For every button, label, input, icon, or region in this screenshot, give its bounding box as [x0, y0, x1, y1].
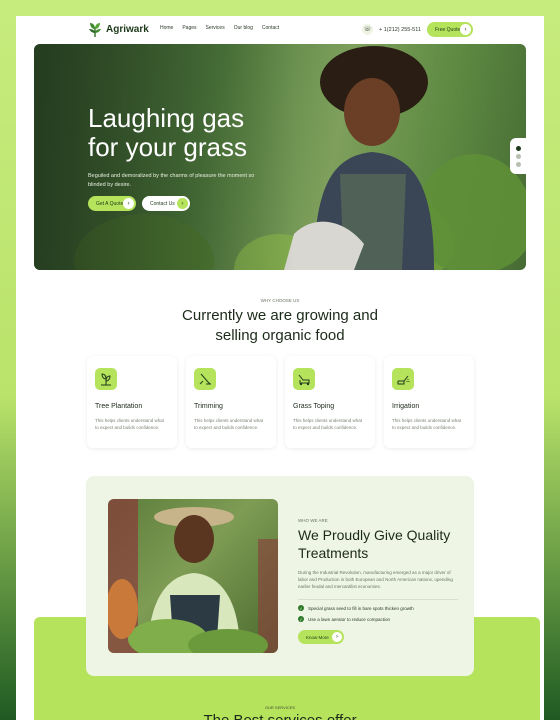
arrow-right-icon: ›: [123, 198, 134, 209]
service-card-title: Tree Plantation: [95, 403, 143, 410]
contact-us-label: Contact Us: [150, 200, 175, 207]
feature-item: ✓ Special grass seed to fill in bare spo…: [298, 605, 414, 611]
bottom-kicker: OUR SERVICES: [264, 705, 296, 710]
phone-number: + 1(212) 255-511: [379, 26, 421, 33]
service-card-trimming[interactable]: Trimming This helps clients understand w…: [186, 356, 276, 448]
service-card-title: Irrigation: [392, 403, 420, 410]
services-kicker: WHY CHOOSE US: [260, 298, 300, 303]
brand-name: Agriwark: [106, 23, 149, 35]
sprout-logo-icon: [89, 23, 101, 37]
brand-logo[interactable]: Agriwark: [88, 21, 149, 37]
about-image: [108, 499, 278, 653]
hero-title-line-1: Laughing gas: [88, 103, 245, 133]
nav-item-blog[interactable]: Our blog: [234, 25, 253, 31]
services-title: Currently we are growing and selling org…: [16, 306, 544, 346]
arrow-right-icon: ›: [460, 24, 471, 35]
watering-icon: [392, 368, 414, 390]
feature-text: Use a lawn aerator to reduce compaction: [308, 616, 391, 622]
services-title-line-2: selling organic food: [215, 327, 345, 344]
top-navbar: Agriwark Home Pages Services Our blog Co…: [16, 16, 544, 46]
main-menu: Home Pages Services Our blog Contact: [160, 25, 279, 31]
contact-us-button[interactable]: Contact Us ›: [142, 196, 190, 211]
service-card-desc: This helps clients understand what to ex…: [392, 418, 462, 430]
service-card-desc: This helps clients understand what to ex…: [95, 418, 165, 430]
slider-dot[interactable]: [515, 161, 521, 167]
nav-item-services[interactable]: Services: [206, 25, 225, 31]
feature-item: ✓ Use a lawn aerator to reduce compactio…: [298, 616, 390, 622]
slider-dot[interactable]: [515, 153, 521, 159]
service-card-tree-plantation[interactable]: Tree Plantation This helps clients under…: [87, 356, 177, 448]
hero-banner: Laughing gas for your grass Beguiled and…: [34, 44, 526, 270]
service-card-grass-toping[interactable]: Grass Toping This helps clients understa…: [285, 356, 375, 448]
arrow-right-icon: ›: [332, 632, 342, 642]
divider: [298, 599, 458, 600]
get-quote-button[interactable]: Get A Quote ›: [88, 196, 136, 211]
farmer-group-illustration: [108, 499, 278, 653]
free-quote-label: Free Quote: [435, 26, 461, 33]
nav-item-contact[interactable]: Contact: [262, 25, 279, 31]
service-card-desc: This helps clients understand what to ex…: [293, 418, 363, 430]
hero-title: Laughing gas for your grass: [88, 104, 308, 162]
service-card-desc: This helps clients understand what to ex…: [194, 418, 264, 430]
arrow-right-icon: ›: [177, 198, 188, 209]
know-more-label: Know More: [306, 634, 329, 640]
phone-icon: ☏: [362, 24, 373, 35]
hero-title-line-2: for your grass: [88, 132, 247, 162]
about-title-line-1: We Proudly Give Quality: [298, 527, 451, 543]
get-quote-label: Get A Quote: [96, 200, 124, 207]
about-description: During the Industrial Revolution, manufa…: [298, 570, 453, 589]
page: Agriwark Home Pages Services Our blog Co…: [16, 16, 544, 720]
about-title: We Proudly Give Quality Treatments: [298, 526, 468, 562]
check-icon: ✓: [298, 616, 304, 622]
nav-item-home[interactable]: Home: [160, 25, 173, 31]
trimmer-icon: [194, 368, 216, 390]
phone-contact[interactable]: ☏ + 1(212) 255-511: [362, 24, 421, 35]
nav-item-pages[interactable]: Pages: [182, 25, 196, 31]
about-kicker: WHO WE ARE: [298, 518, 328, 523]
service-card-irrigation[interactable]: Irrigation This helps clients understand…: [384, 356, 474, 448]
service-card-title: Trimming: [194, 403, 223, 410]
check-icon: ✓: [298, 605, 304, 611]
mower-icon: [293, 368, 315, 390]
know-more-button[interactable]: Know More ›: [298, 630, 344, 644]
plant-icon: [95, 368, 117, 390]
hero-subtitle: Beguiled and demoralized by the charms o…: [88, 173, 255, 188]
services-title-line-1: Currently we are growing and: [182, 307, 378, 324]
slider-dot-active[interactable]: [515, 145, 521, 151]
bottom-title: The Best services offer: [16, 712, 544, 720]
free-quote-button[interactable]: Free Quote ›: [427, 22, 473, 37]
service-card-title: Grass Toping: [293, 403, 335, 410]
feature-text: Special grass seed to fill in bare spots…: [308, 605, 414, 611]
about-title-line-2: Treatments: [298, 545, 369, 561]
hero-slider-dots: [510, 138, 526, 174]
